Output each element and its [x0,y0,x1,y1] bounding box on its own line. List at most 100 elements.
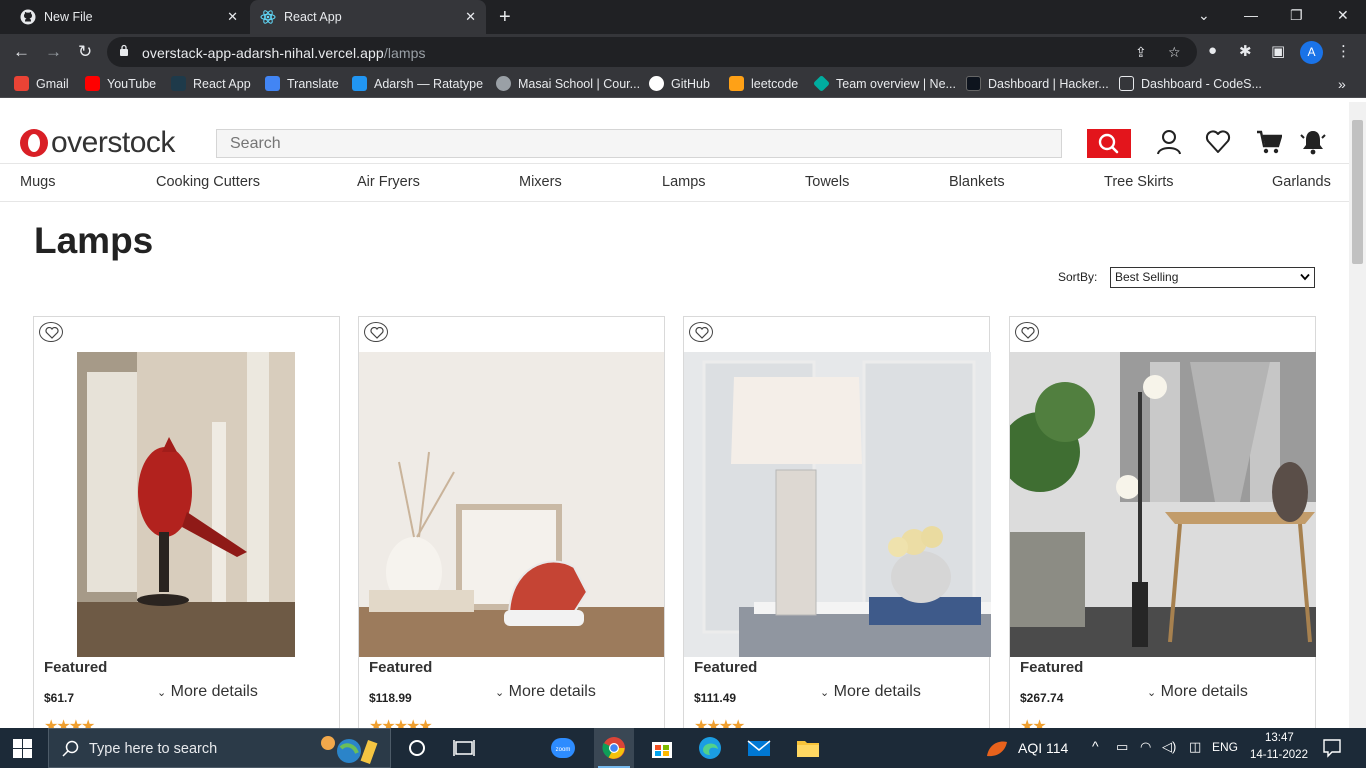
close-tab-icon[interactable]: ✕ [465,9,476,25]
tab-react-app[interactable]: React App ✕ [250,0,486,34]
category-link[interactable]: Cooking Cutters [156,174,260,190]
product-image[interactable] [359,352,664,657]
mail-icon[interactable] [747,736,771,760]
sort-select[interactable]: Best Selling [1110,267,1315,288]
windows-taskbar: Type here to search zoom AQI 114 ^ ▭ ◠ ◁… [0,728,1366,768]
bookmark-youtube[interactable]: YouTube [85,76,156,91]
bookmark-gmail[interactable]: Gmail [14,76,69,91]
product-image[interactable] [684,352,991,657]
more-bookmarks-icon[interactable]: » [1338,76,1346,92]
notifications-bell-icon[interactable] [1300,129,1326,155]
bookmark-react-app[interactable]: React App [171,76,251,91]
tab-search-icon[interactable]: ⌄ [1198,7,1210,24]
share-icon[interactable]: ⇪ [1135,44,1147,61]
more-details-toggle[interactable]: ⌄ More details [820,683,921,701]
product-image[interactable] [77,352,295,657]
category-link[interactable]: Garlands [1272,174,1331,190]
task-view-icon[interactable] [452,736,476,760]
product-price: $61.7 [44,691,75,705]
product-image[interactable] [1010,352,1316,657]
grammarly-icon[interactable]: ● [1208,42,1217,59]
aqi-indicator[interactable]: AQI 114 [1018,740,1068,756]
chevron-up-icon[interactable]: ^ [1092,738,1099,754]
camera-icon[interactable]: ◫ [1189,739,1201,755]
heart-icon[interactable] [364,322,388,342]
rating-stars: ★★★★ [694,718,745,728]
taskbar-search-box[interactable]: Type here to search [48,728,391,768]
windows-start-icon[interactable] [13,739,32,758]
category-link[interactable]: Air Fryers [357,174,420,190]
bookmark-leetcode[interactable]: leetcode [729,76,798,91]
profile-avatar[interactable]: A [1300,41,1323,64]
category-link[interactable]: Mixers [519,174,562,190]
language-indicator[interactable]: ENG [1212,740,1238,754]
close-tab-icon[interactable]: ✕ [227,9,238,25]
minimize-icon[interactable]: — [1244,7,1258,23]
bookmark-ratatype[interactable]: Adarsh — Ratatype [352,76,483,91]
product-card[interactable]: Featured $61.7 ⌄ More details ★★★★ [33,316,340,728]
menu-icon[interactable]: ⋮ [1336,42,1351,60]
bookmark-masai[interactable]: Masai School | Cour... [496,76,640,91]
bookmark-star-icon[interactable]: ☆ [1168,44,1181,61]
leetcode-icon [729,76,744,91]
react-icon [260,10,276,24]
page-title: Lamps [34,220,154,261]
category-link[interactable]: Mugs [20,174,55,190]
bookmark-github[interactable]: GitHub [649,76,710,91]
heart-icon[interactable] [1015,322,1039,342]
search-icon [62,740,79,757]
volume-icon[interactable]: ◁) [1162,739,1176,755]
extensions-icon[interactable]: ✱ [1239,42,1252,60]
notification-center-icon[interactable] [1322,738,1342,758]
account-icon[interactable] [1156,129,1182,155]
edge-icon[interactable] [698,736,722,760]
bookmarks-bar: Gmail YouTube React App Translate Adarsh… [0,70,1366,98]
cart-icon[interactable] [1256,129,1282,155]
product-card[interactable]: Featured $118.99 ⌄ More details ★★★★★ [358,316,665,728]
more-details-toggle[interactable]: ⌄ More details [495,683,596,701]
more-details-toggle[interactable]: ⌄ More details [157,683,258,701]
search-input[interactable] [216,129,1062,158]
more-details-toggle[interactable]: ⌄ More details [1147,683,1248,701]
zoom-app-icon[interactable]: zoom [551,736,575,760]
category-link[interactable]: Lamps [662,174,706,190]
site-logo[interactable]: overstock [20,126,175,160]
category-link[interactable]: Tree Skirts [1104,174,1174,190]
search-button[interactable] [1087,129,1131,158]
clock-date[interactable]: 14-11-2022 [1250,749,1308,761]
url-host: overstack-app-adarsh-nihal.vercel.app [142,45,384,61]
new-tab-button[interactable]: + [499,6,511,29]
wifi-icon[interactable]: ◠ [1140,739,1151,755]
clock-time[interactable]: 13:47 [1265,732,1294,744]
category-link[interactable]: Blankets [949,174,1005,190]
scrollbar-thumb[interactable] [1352,120,1363,264]
weather-leaf-icon[interactable] [985,736,1009,760]
bookmark-codesignal[interactable]: Dashboard - CodeS... [1119,76,1262,91]
close-window-icon[interactable]: ✕ [1337,7,1349,24]
bookmark-hackerrank[interactable]: Dashboard | Hacker... [966,76,1109,91]
heart-icon[interactable] [39,322,63,342]
forward-icon[interactable]: → [45,42,62,62]
bookmark-translate[interactable]: Translate [265,76,339,91]
restore-icon[interactable]: ❐ [1290,7,1303,24]
product-card[interactable]: Featured $267.74 ⌄ More details ★★ [1009,316,1316,728]
wishlist-heart-icon[interactable] [1205,129,1231,155]
taskbar-active-chrome[interactable] [594,728,634,768]
side-panel-icon[interactable]: ▣ [1271,42,1285,60]
reload-icon[interactable]: ↻ [78,42,92,62]
sort-selected-value: Best Selling [1115,270,1179,284]
microsoft-store-icon[interactable] [650,736,674,760]
address-bar[interactable]: overstack-app-adarsh-nihal.vercel.app/la… [107,37,1197,67]
tab-new-file[interactable]: New File ✕ [8,0,248,34]
battery-icon[interactable]: ▭ [1116,739,1128,755]
youtube-icon [85,76,100,91]
cortana-icon[interactable] [405,736,429,760]
bookmark-team-overview[interactable]: Team overview | Ne... [813,75,956,92]
file-explorer-icon[interactable] [796,736,820,760]
heart-icon[interactable] [689,322,713,342]
category-link[interactable]: Towels [805,174,849,190]
product-card[interactable]: Featured $111.49 ⌄ More details ★★★★ [683,316,991,728]
back-icon[interactable]: ← [13,42,30,62]
product-price: $111.49 [694,691,737,705]
url-text: overstack-app-adarsh-nihal.vercel.app/la… [142,45,426,61]
